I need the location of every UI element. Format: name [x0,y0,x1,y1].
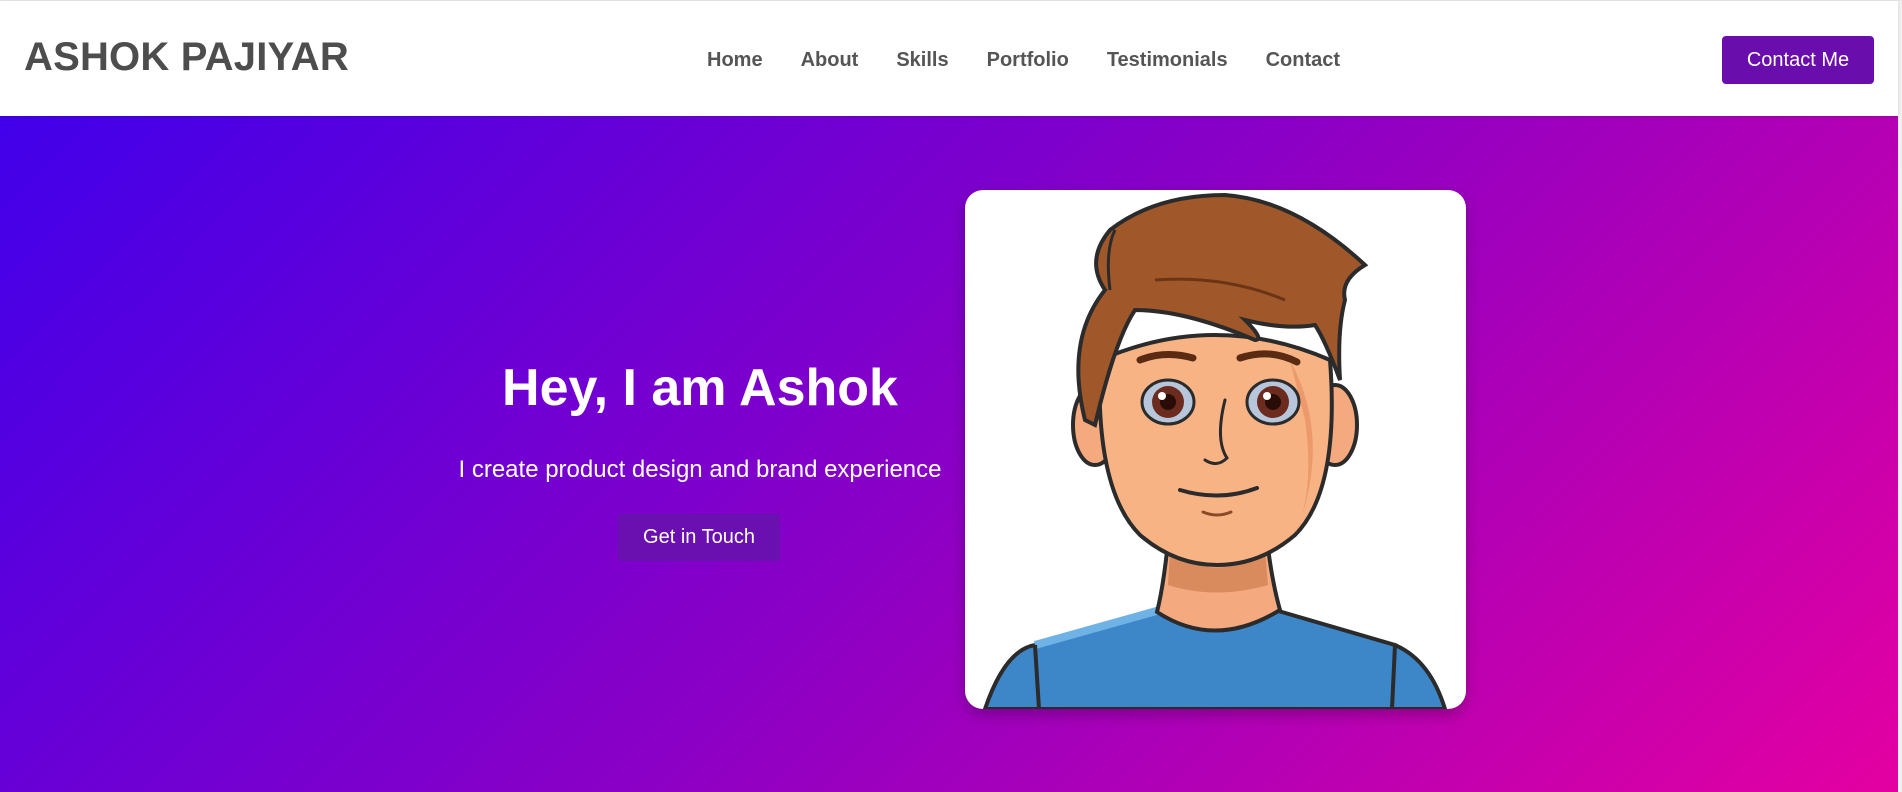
nav-link-portfolio[interactable]: Portfolio [987,49,1069,72]
site-header: ASHOK PAJIYAR Home About Skills Portfoli… [0,1,1898,116]
page-scrollbar[interactable] [1898,1,1902,792]
nav-link-home[interactable]: Home [707,49,763,72]
brand-logo[interactable]: ASHOK PAJIYAR [24,35,349,80]
hero-subtitle: I create product design and brand experi… [458,456,942,483]
nav-link-contact[interactable]: Contact [1266,49,1340,72]
main-nav: Home About Skills Portfolio Testimonials… [707,49,1378,72]
contact-me-button[interactable]: Contact Me [1722,36,1874,84]
nav-link-testimonials[interactable]: Testimonials [1107,49,1228,72]
hero-section: Hey, I am Ashok I create product design … [0,116,1898,792]
nav-link-skills[interactable]: Skills [896,49,948,72]
profile-image [965,190,1466,709]
hero-title: Hey, I am Ashok [502,359,898,417]
nav-link-about[interactable]: About [801,49,859,72]
cartoon-avatar-icon [982,192,1448,709]
get-in-touch-button[interactable]: Get in Touch [618,514,780,561]
